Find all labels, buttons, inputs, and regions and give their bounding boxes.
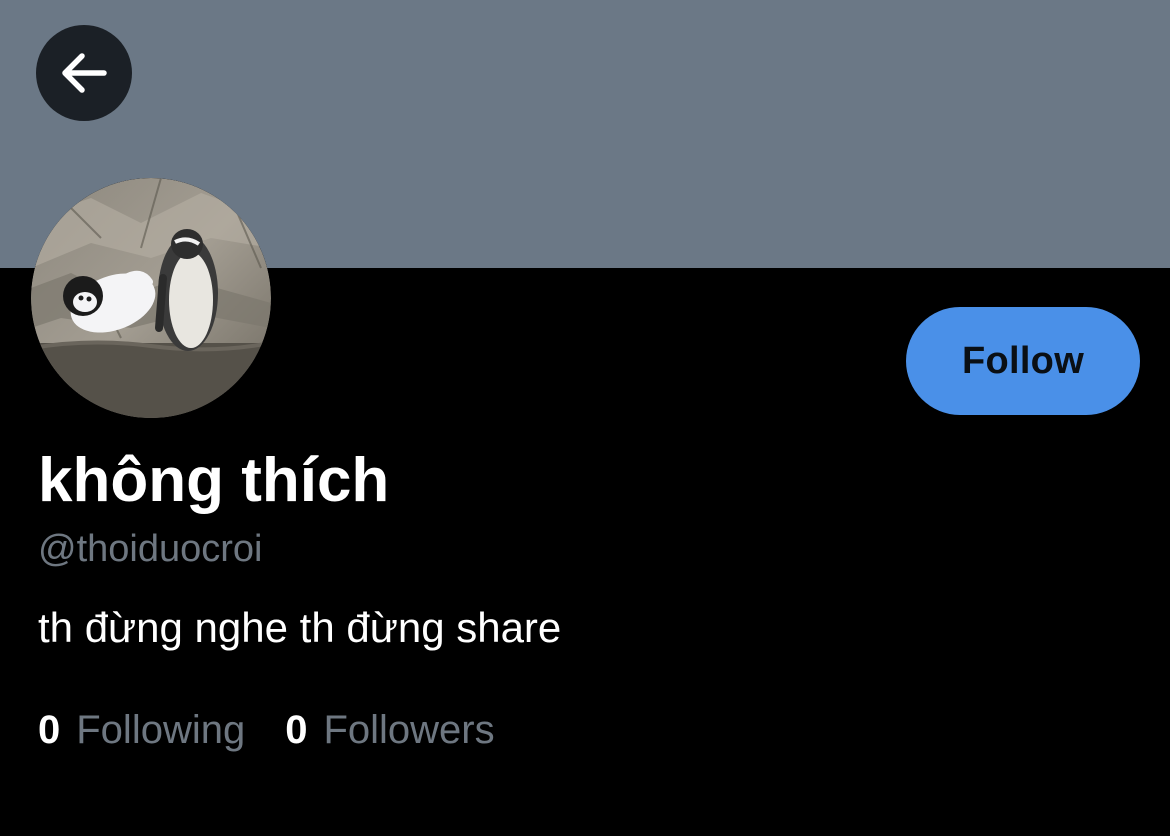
user-handle: @thoiduocroi <box>38 528 263 570</box>
avatar[interactable] <box>31 178 271 418</box>
following-stat[interactable]: 0 Following <box>38 710 245 750</box>
following-count: 0 <box>38 708 61 752</box>
follow-button[interactable]: Follow <box>906 307 1140 415</box>
following-label: Following <box>76 708 246 752</box>
arrow-left-icon <box>58 47 110 99</box>
followers-stat[interactable]: 0 Followers <box>285 710 494 750</box>
back-button[interactable] <box>36 25 132 121</box>
follow-button-label: Follow <box>961 339 1085 382</box>
follow-stats: 0 Following 0 Followers <box>38 710 495 750</box>
profile-screen: Follow không thích @thoiduocroi th đừng … <box>0 0 1170 836</box>
followers-label: Followers <box>323 708 495 752</box>
followers-count: 0 <box>285 708 308 752</box>
profile-bio: th đừng nghe th đừng share <box>38 604 562 651</box>
display-name: không thích <box>38 446 390 515</box>
